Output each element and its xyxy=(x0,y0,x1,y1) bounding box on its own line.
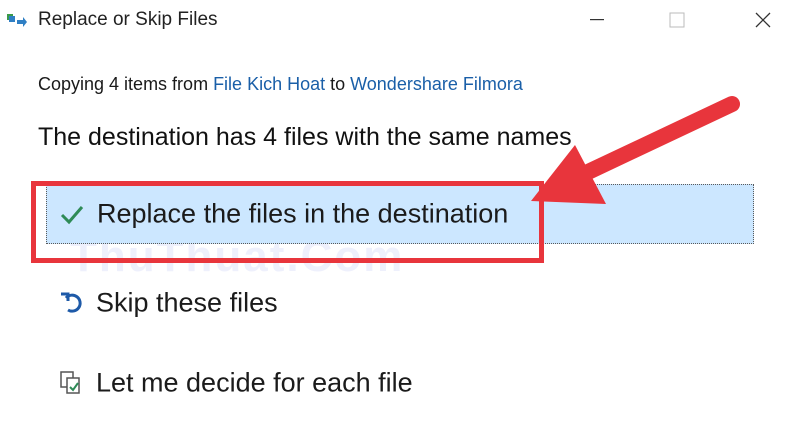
annotation-arrow xyxy=(531,96,740,204)
